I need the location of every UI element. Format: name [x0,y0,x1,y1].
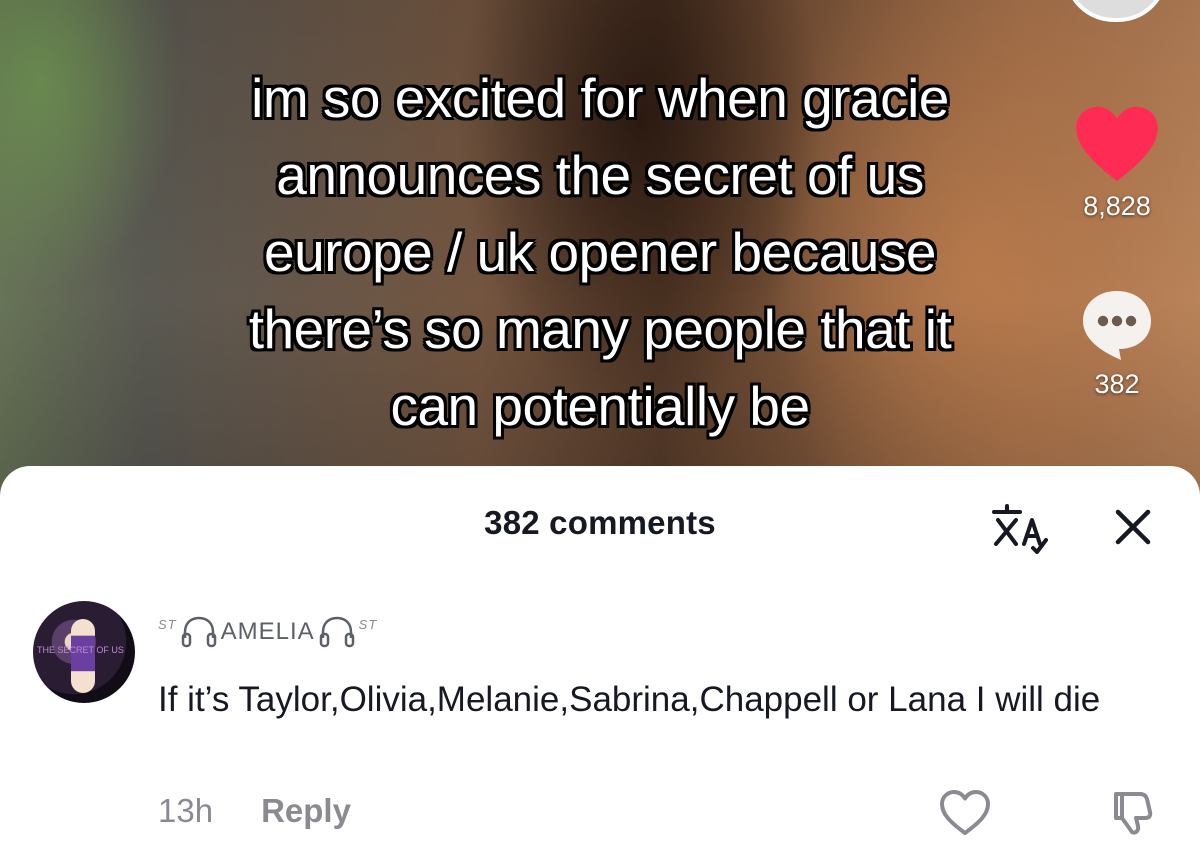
comment-meta: 13h Reply [158,792,351,830]
avatar-text: THE SECRET OF US [37,645,124,655]
caption-line: announces the secret of us [276,144,924,206]
comment-bubble-icon [1083,291,1151,360]
avatar[interactable]: THE SECRET OF US [33,601,135,703]
thumbs-down-icon [1114,792,1153,835]
reply-button[interactable]: Reply [261,792,351,830]
like-button[interactable]: 8,828 [1062,105,1172,222]
translate-button[interactable] [990,502,1048,554]
comment-username[interactable]: ST AMELIA ST [158,612,377,652]
like-count: 8,828 [1083,191,1151,221]
comment-count: 382 [1094,369,1140,399]
headphones-icon [181,616,216,648]
caption-line: can potentially be [390,375,810,437]
comment-button[interactable]: 382 [1062,285,1172,400]
close-icon [1115,509,1151,545]
username-prefix: ST [158,616,177,632]
heart-outline-icon [940,790,990,835]
caption-line: europe / uk opener because [264,221,936,283]
comment-time: 13h [158,792,214,829]
close-button[interactable] [1110,504,1156,550]
caption-line: there’s so many people that it [248,298,952,360]
translate-icon [992,504,1048,554]
dislike-button[interactable] [1108,786,1160,838]
comment-item: THE SECRET OF US ST AMELIA ST If it’s Ta… [0,596,1200,856]
caption-line: im so excited for when gracie [251,67,949,129]
video-caption: im so excited for when gracie announces … [130,60,1070,445]
username-suffix: ST [358,616,378,632]
heart-icon [1076,106,1158,182]
comments-sheet: 382 comments THE SECRET OF US ST AMELIA … [0,466,1200,861]
comment-text: If it’s Taylor,Olivia,Melanie,Sabrina,Ch… [158,680,1101,719]
comment-like-button[interactable] [938,788,992,838]
headphones-icon [319,616,354,648]
username-text: AMELIA [220,618,315,645]
